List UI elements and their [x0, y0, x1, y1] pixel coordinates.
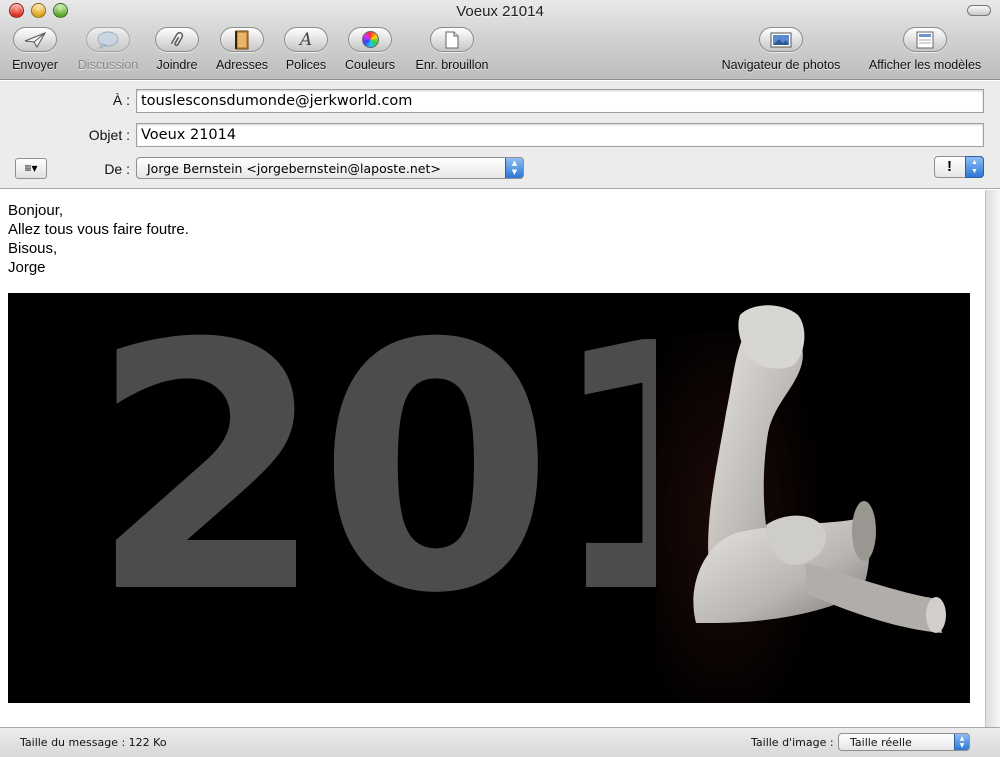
color-wheel-icon	[348, 27, 392, 52]
subject-label: Objet :	[88, 127, 130, 143]
message-line: Jorge	[8, 259, 46, 276]
greeting-image[interactable]: 201	[8, 293, 970, 703]
message-line: Bisous,	[8, 240, 58, 257]
message-size-text: Taille du message : 122 Ko	[20, 736, 167, 749]
vertical-scrollbar[interactable]	[985, 190, 1000, 727]
message-body[interactable]: Bonjour, Allez tous vous faire foutre. B…	[0, 190, 985, 727]
image-size-value: Taille réelle	[850, 736, 912, 749]
select-arrows-icon: ▲ ▼	[505, 158, 523, 178]
photo-icon	[759, 27, 803, 52]
message-line: Allez tous vous faire foutre.	[8, 221, 189, 238]
priority-select[interactable]: ! ▲ ▼	[934, 156, 984, 178]
message-line: Bonjour,	[8, 202, 64, 219]
to-label: À :	[112, 92, 130, 108]
from-label: De :	[104, 161, 130, 177]
stationery-icon	[903, 27, 947, 52]
speech-bubble-icon	[86, 27, 130, 52]
paper-plane-icon	[13, 27, 57, 52]
document-icon	[430, 27, 474, 52]
window-title: Voeux 21014	[456, 3, 544, 20]
font-icon: A	[284, 27, 328, 52]
paperclip-icon	[155, 27, 199, 52]
fonts-button[interactable]: A Polices	[281, 27, 331, 77]
to-field[interactable]: touslesconsdumonde@jerkworld.com	[136, 89, 984, 113]
save-draft-button[interactable]: Enr. brouillon	[409, 27, 495, 77]
attach-button[interactable]: Joindre	[153, 27, 201, 77]
address-book-icon	[220, 27, 264, 52]
photo-browser-button[interactable]: Navigateur de photos	[713, 27, 849, 77]
from-select-value: Jorge Bernstein <jorgebernstein@laposte.…	[147, 161, 441, 176]
window-toolbar: Voeux 21014 Envoyer Discussion Joindre A…	[0, 0, 1000, 80]
sculpted-arm-illustration	[656, 305, 946, 703]
select-arrows-icon: ▲ ▼	[954, 734, 969, 750]
addresses-button[interactable]: Adresses	[212, 27, 272, 77]
toolbar-toggle-button[interactable]	[967, 5, 991, 16]
priority-value: !	[947, 158, 952, 175]
subject-field[interactable]: Voeux 21014	[136, 123, 984, 147]
show-stationery-button[interactable]: Afficher les modèles	[860, 27, 990, 77]
image-size-select[interactable]: Taille réelle ▲ ▼	[838, 733, 970, 751]
chat-button[interactable]: Discussion	[73, 27, 143, 77]
image-size-label: Taille d'image :	[751, 736, 834, 749]
colors-button[interactable]: Couleurs	[339, 27, 401, 77]
message-header: À : touslesconsdumonde@jerkworld.com Obj…	[0, 81, 1000, 189]
status-bar: Taille du message : 122 Ko Taille d'imag…	[0, 727, 1000, 757]
select-arrows-icon: ▲ ▼	[965, 156, 984, 178]
send-button[interactable]: Envoyer	[10, 27, 60, 77]
from-select[interactable]: Jorge Bernstein <jorgebernstein@laposte.…	[136, 157, 524, 179]
message-text: Bonjour, Allez tous vous faire foutre. B…	[8, 201, 189, 277]
